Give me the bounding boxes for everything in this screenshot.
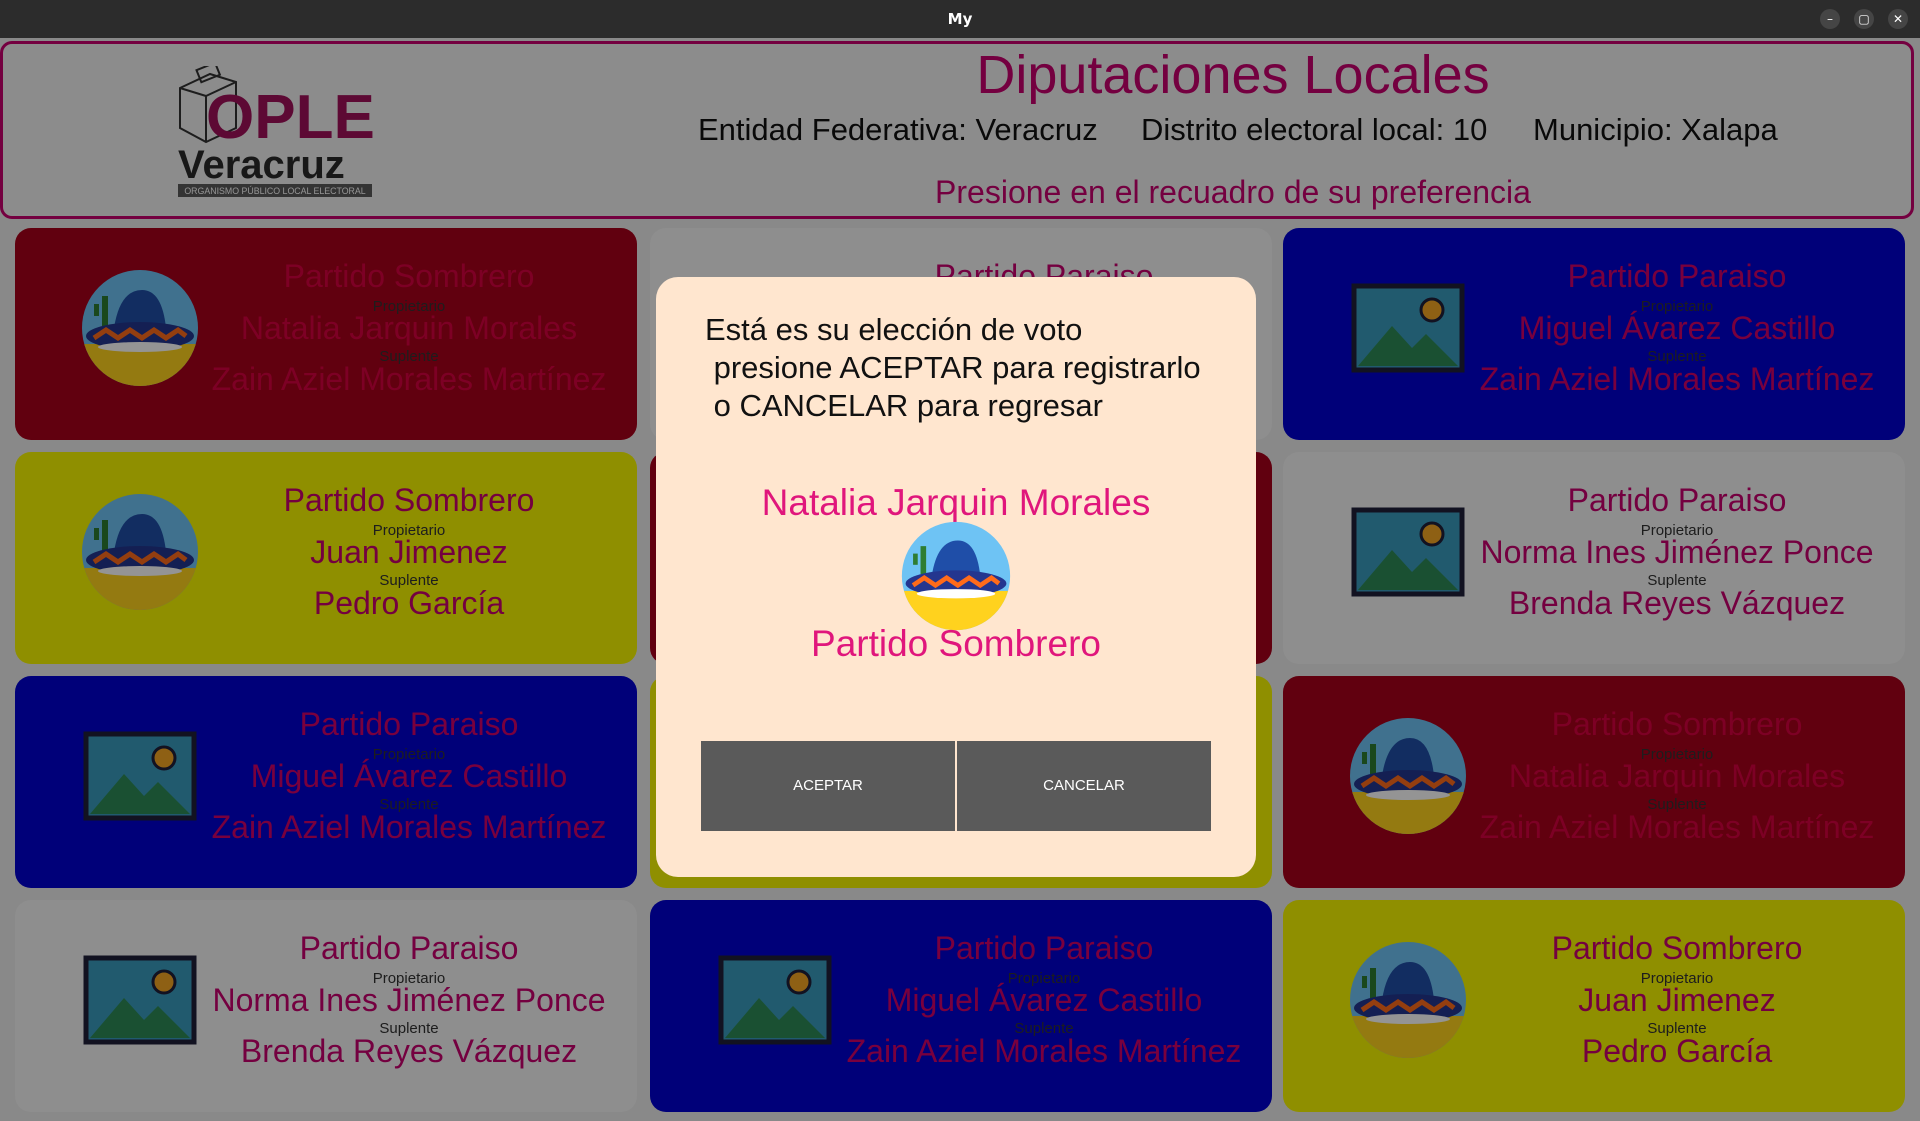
minimize-button[interactable]: – [1820,9,1840,29]
sombrero-icon [901,521,1011,631]
maximize-button[interactable]: ▢ [1854,9,1874,29]
window-titlebar: My – ▢ ✕ [0,0,1920,38]
selected-candidate-name: Natalia Jarquin Morales [761,482,1151,523]
close-button[interactable]: ✕ [1888,9,1908,29]
accept-button[interactable]: ACEPTAR [701,741,955,831]
window-title: My [947,10,973,28]
selected-party-name: Partido Sombrero [811,623,1101,664]
app-content: OPLE Veracruz ORGANISMO PÚBLICO LOCAL EL… [0,38,1920,1121]
vote-confirmation-dialog: Está es su elección de voto presione ACE… [656,277,1256,877]
dialog-message: Está es su elección de voto presione ACE… [705,312,1201,423]
cancel-button[interactable]: CANCELAR [957,741,1211,831]
